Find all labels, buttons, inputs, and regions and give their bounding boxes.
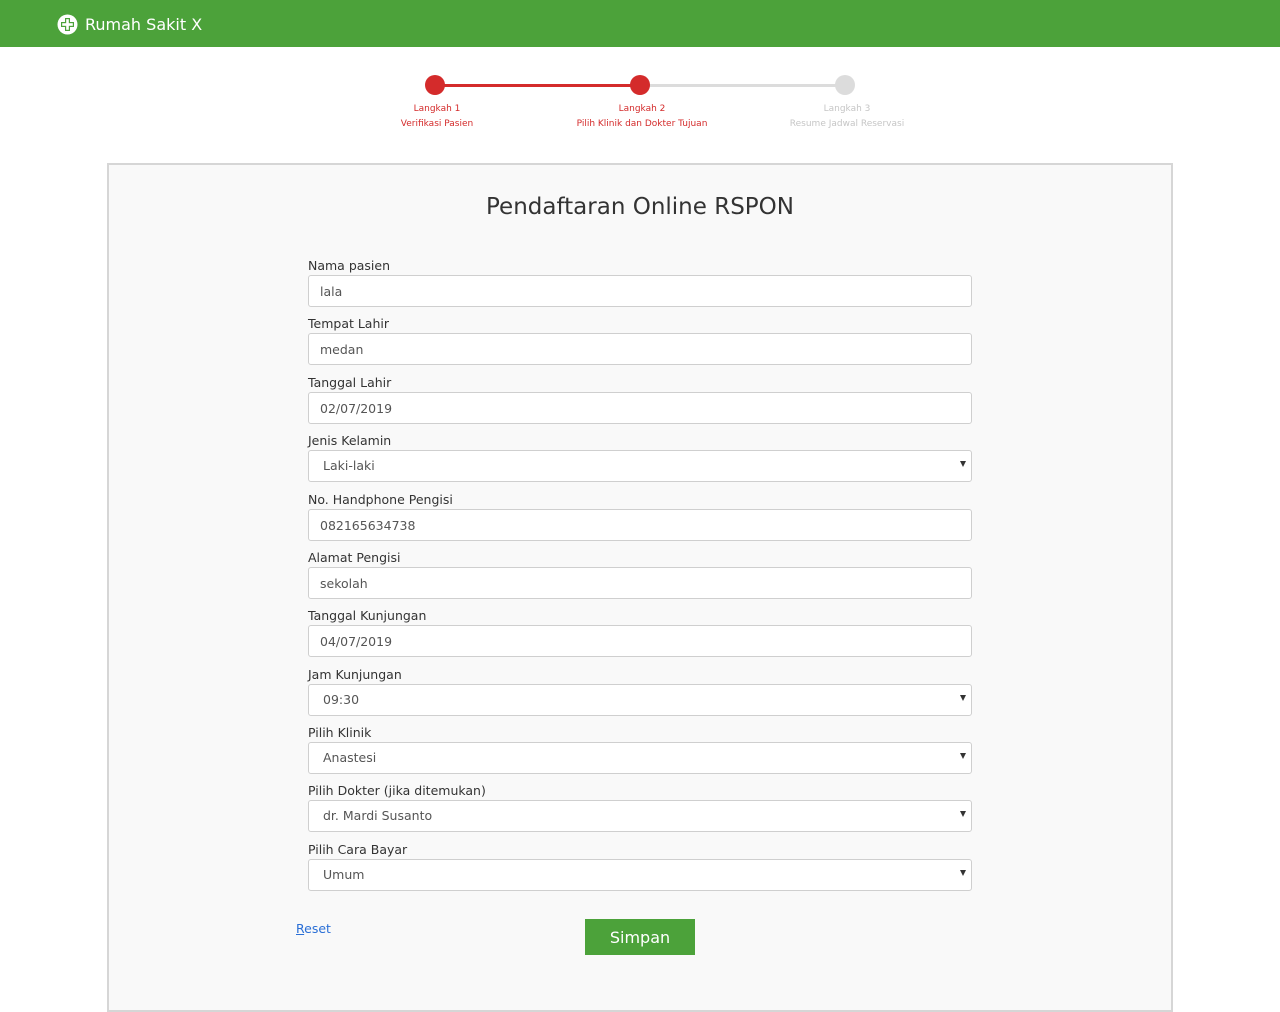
reset-access-key: R	[296, 921, 305, 936]
caret-down-icon	[960, 870, 966, 876]
caret-down-icon	[960, 695, 966, 701]
reset-label-rest: eset	[304, 921, 331, 936]
step-1-subtitle: Verifikasi Pasien	[400, 119, 474, 129]
field-tempat-lahir: Tempat Lahir	[308, 316, 972, 365]
field-label: Tanggal Lahir	[308, 375, 392, 390]
caret-down-icon	[960, 811, 966, 817]
field-tanggal-lahir: Tanggal Lahir	[308, 375, 972, 424]
field-label: No. Handphone Pengisi	[308, 492, 453, 507]
field-label: Pilih Klinik	[308, 725, 372, 740]
step-3-subtitle: Resume Jadwal Reservasi	[789, 119, 905, 129]
step-connector-upcoming	[640, 84, 845, 87]
simpan-button[interactable]: Simpan	[585, 919, 695, 955]
field-label: Pilih Dokter (jika ditemukan)	[308, 783, 486, 798]
field-label: Tanggal Kunjungan	[308, 608, 427, 623]
field-pilih-dokter: Pilih Dokter (jika ditemukan) dr. Mardi …	[308, 783, 972, 832]
step-1-label: Langkah 1 Verifikasi Pasien	[337, 102, 537, 132]
caret-down-icon	[960, 753, 966, 759]
step-2-subtitle: Pilih Klinik dan Dokter Tujuan	[576, 119, 708, 129]
field-no-handphone: No. Handphone Pengisi	[308, 492, 972, 541]
step-1-title: Langkah 1	[413, 104, 461, 114]
step-3-label: Langkah 3 Resume Jadwal Reservasi	[747, 102, 947, 132]
form-title: Pendaftaran Online RSPON	[486, 194, 794, 220]
pilih-dokter-select[interactable]: dr. Mardi Susanto	[308, 800, 972, 832]
step-3-title: Langkah 3	[823, 104, 871, 114]
tanggal-lahir-input[interactable]	[308, 392, 972, 424]
select-value: Anastesi	[323, 750, 377, 765]
tempat-lahir-input[interactable]	[308, 333, 972, 365]
step-2-label: Langkah 2 Pilih Klinik dan Dokter Tujuan	[542, 102, 742, 132]
field-jenis-kelamin: Jenis Kelamin Laki-laki	[308, 433, 972, 482]
select-value: 09:30	[323, 692, 360, 707]
no-handphone-input[interactable]	[308, 509, 972, 541]
jenis-kelamin-select[interactable]: Laki-laki	[308, 450, 972, 482]
select-value: Laki-laki	[323, 458, 375, 473]
caret-down-icon	[960, 461, 966, 467]
field-label: Alamat Pengisi	[308, 550, 401, 565]
field-label: Jenis Kelamin	[308, 433, 392, 448]
tanggal-kunjungan-input[interactable]	[308, 625, 972, 657]
nama-pasien-input[interactable]	[308, 275, 972, 307]
cara-bayar-select[interactable]: Umum	[308, 859, 972, 891]
select-value: dr. Mardi Susanto	[323, 808, 433, 823]
step-3-dot	[835, 75, 855, 95]
field-cara-bayar: Pilih Cara Bayar Umum	[308, 842, 972, 891]
field-jam-kunjungan: Jam Kunjungan 09:30	[308, 667, 972, 716]
field-label: Pilih Cara Bayar	[308, 842, 408, 857]
step-2-dot	[630, 75, 650, 95]
progress-stepper: Langkah 1 Verifikasi Pasien Langkah 2 Pi…	[0, 0, 1280, 150]
reset-link[interactable]: Reset	[296, 921, 331, 936]
field-label: Jam Kunjungan	[308, 667, 402, 682]
field-alamat-pengisi: Alamat Pengisi	[308, 550, 972, 599]
step-1-dot	[425, 75, 445, 95]
step-connector-completed	[435, 84, 640, 87]
alamat-pengisi-input[interactable]	[308, 567, 972, 599]
field-pilih-klinik: Pilih Klinik Anastesi	[308, 725, 972, 774]
select-value: Umum	[323, 867, 365, 882]
field-label: Nama pasien	[308, 258, 391, 273]
pilih-klinik-select[interactable]: Anastesi	[308, 742, 972, 774]
field-tanggal-kunjungan: Tanggal Kunjungan	[308, 608, 972, 657]
step-2-title: Langkah 2	[618, 104, 666, 114]
jam-kunjungan-select[interactable]: 09:30	[308, 684, 972, 716]
field-nama-pasien: Nama pasien	[308, 258, 972, 307]
field-label: Tempat Lahir	[308, 316, 390, 331]
